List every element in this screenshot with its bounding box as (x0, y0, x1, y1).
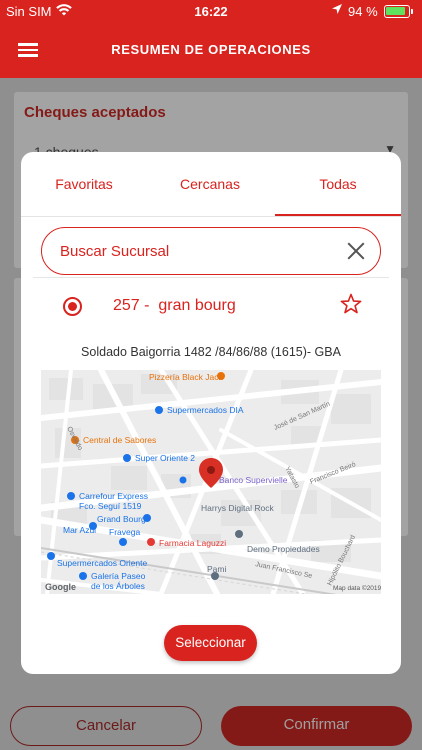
page-title: RESUMEN DE OPERACIONES (111, 42, 311, 57)
status-bar: Sin SIM 16:22 94 % (0, 0, 422, 24)
tabs-divider (21, 216, 401, 217)
map-label: Central de Sabores (83, 435, 156, 445)
list-item[interactable]: 257 - gran bourg (21, 282, 401, 332)
branch-address: Soldado Baigorria 1482 /84/86/88 (1615)-… (81, 345, 341, 359)
map-label: Carrefour Express (79, 491, 148, 501)
map-label: Supermercados DIA (167, 405, 244, 415)
map-canvas: Pizzería Black Jack Supermercados DIA Ce… (41, 370, 381, 594)
map-label: Mar Azul (63, 525, 96, 535)
tab-bar: Favoritas Cercanas Todas (21, 152, 401, 217)
map-label: Pizzería Black Jack (149, 372, 223, 382)
map-label: Super Oriente 2 (135, 453, 195, 463)
search-box (41, 227, 381, 275)
map-label: Demo Propiedades (247, 544, 320, 554)
star-outline-icon[interactable] (339, 292, 363, 316)
tab-favoritas[interactable]: Favoritas (21, 152, 147, 216)
map-label: Harrys Digital Rock (201, 503, 274, 513)
map-label: Pami (207, 564, 226, 574)
map-label: Fco. Seguí 1519 (79, 501, 142, 511)
search-input[interactable] (60, 238, 330, 264)
confirm-button[interactable]: Confirmar (221, 706, 412, 746)
map-label: Fravega (109, 527, 140, 537)
tab-todas[interactable]: Todas (275, 152, 401, 216)
radio-selected[interactable] (63, 297, 82, 316)
branch-name: 257 - gran bourg (113, 297, 236, 314)
branch-picker-modal: Favoritas Cercanas Todas 257 - gran bour… (21, 152, 401, 674)
cancel-button[interactable]: Cancelar (10, 706, 202, 746)
background-card-title: Cheques aceptados (24, 104, 166, 121)
app-bar: RESUMEN DE OPERACIONES (0, 24, 422, 78)
select-button[interactable]: Seleccionar (164, 625, 257, 661)
branch-map[interactable]: Pizzería Black Jack Supermercados DIA Ce… (41, 370, 381, 594)
map-attribution: Map data ©2019 (333, 584, 381, 592)
close-icon[interactable] (345, 240, 367, 262)
battery-percent: 94 % (348, 4, 378, 19)
google-logo: Google (45, 582, 76, 592)
map-label: Grand Bourg (97, 514, 146, 524)
divider (33, 277, 389, 278)
battery-icon (384, 5, 413, 18)
map-label: Banco Supervielle (219, 475, 288, 485)
map-label: Farmacia Laguzzi (159, 538, 226, 548)
tab-cercanas[interactable]: Cercanas (147, 152, 273, 216)
location-arrow-icon (331, 3, 343, 18)
map-label: Supermercados Oriente (57, 558, 148, 568)
map-label: Galería Paseo (91, 571, 146, 581)
map-label: de los Árboles (91, 581, 145, 591)
